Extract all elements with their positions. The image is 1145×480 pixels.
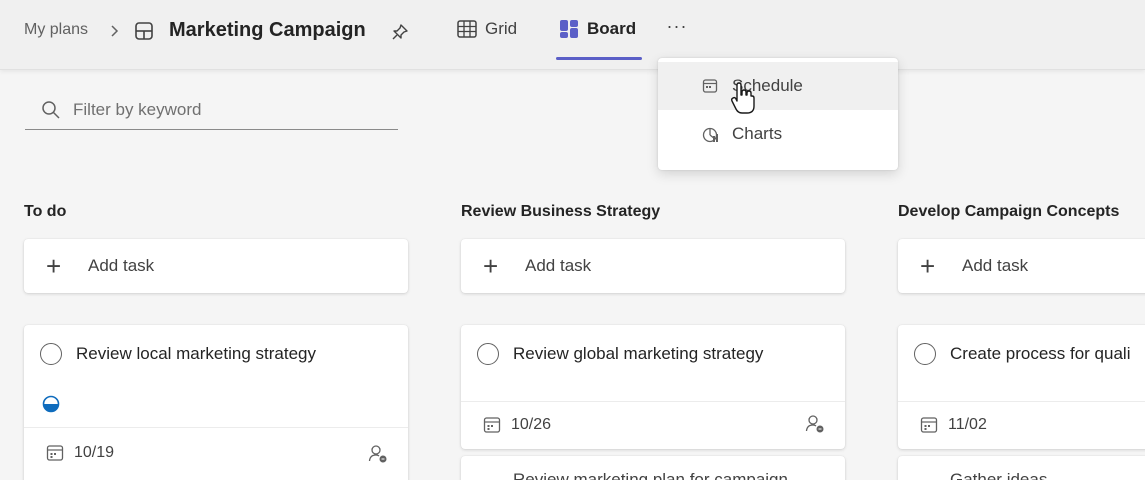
chevron-right-icon [111,25,119,37]
task-title: Review marketing plan for campaign [513,470,788,480]
pin-icon[interactable] [390,22,410,42]
due-date-text: 10/26 [511,416,552,433]
in-progress-icon[interactable] [42,395,60,413]
add-task-button[interactable]: + Add task [461,239,845,293]
tab-board[interactable]: Board [559,17,636,41]
calendar-icon [46,445,64,461]
filter-input[interactable] [73,96,383,124]
due-date-text: 10/19 [74,444,115,461]
task-footer: 11/02 [898,401,1145,449]
task-title-row: Create process for quali [914,343,1130,365]
add-task-button[interactable]: + Add task [898,239,1145,293]
plus-icon: + [920,251,936,281]
search-icon [42,101,60,119]
assign-person-icon[interactable] [805,414,825,434]
task-title: Review global marketing strategy [513,344,764,363]
plus-icon: + [483,251,499,281]
task-title: Review local marketing strategy [76,344,316,363]
filter-box [25,92,398,130]
tab-grid[interactable]: Grid [457,17,517,41]
calendar-icon [483,417,501,433]
task-footer: 10/19 [24,427,408,480]
grid-icon [457,20,477,38]
menu-item-charts-label: Charts [732,124,783,143]
task-title-row: Review global marketing strategy [477,343,763,365]
hand-cursor-icon [730,82,755,114]
task-card[interactable]: Review global marketing strategy 10/26 [461,325,845,449]
plan-title: Marketing Campaign [169,19,366,41]
more-options-button[interactable]: ··· [664,16,690,40]
complete-task-circle-icon[interactable] [477,343,499,365]
column-title-to-do: To do [24,203,67,220]
task-card[interactable]: Create process for quali 11/02 [898,325,1145,449]
task-card[interactable]: Gather ideas [898,456,1145,480]
menu-item-charts[interactable]: Charts [658,110,898,158]
active-tab-indicator [556,57,642,60]
column-title-review-business-strategy: Review Business Strategy [461,203,661,220]
due-date: 11/02 [920,416,987,434]
due-date: 10/26 [483,416,551,434]
add-task-label: Add task [88,256,155,275]
add-task-label: Add task [962,256,1029,275]
task-card[interactable]: Review marketing plan for campaign [461,456,845,480]
due-date: 10/19 [46,444,114,462]
top-bar: My plans Marketing Campaign Grid Board ·… [0,0,1145,70]
task-title-row: Review local marketing strategy [40,343,316,365]
tab-grid-label: Grid [485,19,518,38]
task-card[interactable]: Review local marketing strategy 10/19 [24,325,408,480]
board-icon [560,20,578,38]
breadcrumb-my-plans[interactable]: My plans [24,21,88,39]
assign-person-icon[interactable] [368,444,388,464]
schedule-icon [702,79,718,93]
column-title-develop-campaign-concepts: Develop Campaign Concepts [898,203,1120,220]
calendar-icon [920,417,938,433]
views-dropdown-menu: Schedule Charts [658,58,898,170]
menu-item-schedule[interactable]: Schedule [658,62,898,110]
task-title: Gather ideas [950,470,1048,480]
add-task-button[interactable]: + Add task [24,239,408,293]
complete-task-circle-icon[interactable] [40,343,62,365]
plus-icon: + [46,251,62,281]
due-date-text: 11/02 [948,416,987,433]
add-task-label: Add task [525,256,592,275]
complete-task-circle-icon[interactable] [914,343,936,365]
tab-board-label: Board [587,19,637,38]
plan-icon [135,22,153,40]
task-title: Create process for quali [950,344,1131,363]
charts-icon [702,127,718,143]
task-footer: 10/26 [461,401,845,449]
